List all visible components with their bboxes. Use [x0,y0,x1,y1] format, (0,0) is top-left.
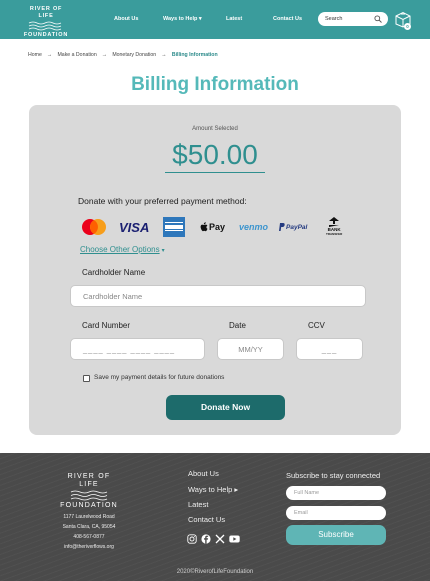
subscribe-fullname-field[interactable]: Full Name [286,486,386,500]
amex-icon[interactable] [163,216,185,238]
venmo-icon[interactable]: venmo [239,216,268,238]
copyright-text: 2020©RiverofLifeFoundation [176,569,254,575]
bank-transfer-sublabel: TRANSFER [326,232,343,236]
footer-address: 1177 Laurelwood Road Santa Clara, CA, 95… [40,512,138,552]
social-links [187,534,240,544]
paypal-label: PayPal [286,223,308,231]
subscribe-email-field[interactable]: Email [286,506,386,520]
amount-label: Amount Selected [192,126,238,132]
amount-value: $50.00 [165,139,265,173]
payment-method-heading: Donate with your preferred payment metho… [78,196,247,206]
river-waves-icon [28,21,62,31]
chevron-down-icon: ▾ [161,248,165,254]
address-phone[interactable]: 408-567-0877 [40,532,138,542]
footer-logo-line2: FOUNDATION [60,502,118,509]
bank-transfer-icon[interactable]: BANK TRANSFER [326,216,342,238]
cardholder-name-field[interactable]: Cardholder Name [70,285,366,307]
card-number-label: Card Number [82,321,131,330]
river-waves-icon [70,490,108,501]
save-payment-checkbox[interactable] [83,375,90,382]
breadcrumb: Home → Make a Donation → Monetary Donation… [28,52,221,58]
page-title: Billing Information [131,74,299,95]
card-number-field[interactable]: ____ ____ ____ ____ [70,338,205,360]
site-header: RIVER OF LIFE FOUNDATION About Us Ways t… [0,0,430,39]
nav-latest[interactable]: Latest [226,16,242,22]
address-email[interactable]: info@theriverflows.org [40,542,138,552]
search-icon[interactable] [374,15,382,23]
address-city: Santa Clara, CA, 95054 [62,524,116,530]
breadcrumb-arrow-icon: → [101,52,107,58]
youtube-icon[interactable] [229,534,240,544]
facebook-icon[interactable] [201,534,211,544]
donate-now-button[interactable]: Donate Now [166,395,285,420]
breadcrumb-monetary-donation[interactable]: Monetary Donation [112,52,156,58]
breadcrumb-arrow-icon: → [161,52,167,58]
x-twitter-icon[interactable] [215,534,225,544]
apple-pay-icon[interactable]: Pay [200,216,225,238]
breadcrumb-home[interactable]: Home [28,52,42,58]
site-footer: RIVER OF LIFE FOUNDATION 1177 Laurelwood… [0,453,430,581]
search-placeholder: Search [325,16,343,22]
cardholder-name-label: Cardholder Name [82,268,146,277]
logo-line2: FOUNDATION [23,32,69,38]
footer-logo[interactable]: RIVER OF LIFE FOUNDATION [57,473,121,510]
logo-line1: RIVER OF LIFE [29,6,63,19]
nav-ways-to-help[interactable]: Ways to Help ▾ [163,16,202,22]
save-payment-label: Save my payment details for future donat… [94,374,225,381]
nav-about-us[interactable]: About Us [114,16,138,22]
search-input[interactable]: Search [318,12,388,26]
address-street: 1177 Laurelwood Road [63,514,115,520]
paypal-icon[interactable]: PayPal [279,216,307,238]
breadcrumb-current: Billing Information [171,52,218,58]
billing-form-card: Amount Selected $50.00 Donate with your … [29,105,401,435]
ccv-label: CCV [308,321,325,330]
footer-link-contact-us[interactable]: Contact Us [188,515,225,524]
breadcrumb-arrow-icon: → [46,52,53,58]
breadcrumb-make-donation[interactable]: Make a Donation [57,52,96,58]
subscribe-button[interactable]: Subscribe [286,525,386,545]
nav-contact-us[interactable]: Contact Us [273,16,302,22]
footer-link-about-us[interactable]: About Us [188,469,219,478]
expiry-date-field[interactable]: MM/YY [217,338,284,360]
cart-count-badge: 0 [404,23,411,30]
visa-icon[interactable]: VISA [119,216,149,238]
mastercard-icon[interactable] [79,216,109,238]
ccv-field[interactable]: ___ [296,338,363,360]
date-label: Date [229,321,246,330]
footer-link-latest[interactable]: Latest [188,500,208,509]
footer-logo-line1: RIVER OF LIFE [67,473,111,488]
nav-ways-to-help-label: Ways to Help [163,16,198,22]
apple-pay-label: Pay [209,222,226,232]
site-logo[interactable]: RIVER OF LIFE FOUNDATION [22,6,70,39]
subscribe-heading: Subscribe to stay connected [286,471,381,480]
instagram-icon[interactable] [187,534,197,544]
footer-link-ways-to-help[interactable]: Ways to Help ▸ [188,485,238,494]
chevron-down-icon: ▾ [198,16,202,22]
choose-other-options-label: Choose Other Options [80,245,160,254]
choose-other-options-link[interactable]: Choose Other Options ▾ [80,245,165,254]
